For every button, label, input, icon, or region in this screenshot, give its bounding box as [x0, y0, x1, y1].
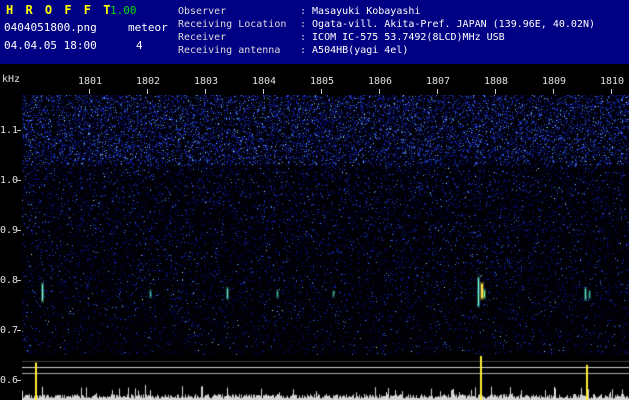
- info-value: Masayuki Kobayashi: [312, 6, 421, 17]
- time-tick-label: 1801: [77, 76, 103, 87]
- info-row-antenna: Receiving antenna: A504HB(yagi 4el): [178, 44, 595, 57]
- freq-tick-label: 0.7: [0, 325, 19, 336]
- info-label: Receiving Location: [178, 19, 287, 30]
- freq-tick-label: 1.1: [0, 125, 19, 136]
- info-value: Ogata-vill. Akita-Pref. JAPAN (139.96E, …: [312, 19, 595, 30]
- info-row-location: Receiving Location: Ogata-vill. Akita-Pre…: [178, 18, 595, 31]
- time-tick: [321, 89, 322, 94]
- freq-unit-label: kHz: [2, 74, 21, 85]
- spectrogram-canvas: [22, 95, 629, 355]
- freq-tick-label: 1.0: [0, 175, 19, 186]
- time-tick: [147, 89, 148, 94]
- freq-tick: [17, 280, 21, 281]
- time-tick: [205, 89, 206, 94]
- time-tick-label: 1805: [309, 76, 335, 87]
- freq-tick: [17, 130, 21, 131]
- info-label: Receiver: [178, 32, 227, 43]
- info-label: Receiving antenna: [178, 45, 281, 56]
- station-info: Observer: Masayuki Kobayashi Receiving Lo…: [178, 5, 595, 57]
- freq-tick: [17, 330, 21, 331]
- time-tick: [553, 89, 554, 94]
- time-tick-label: 1807: [425, 76, 451, 87]
- info-value: ICOM IC-575 53.7492(8LCD)MHz USB: [312, 32, 505, 43]
- time-tick-label: 1806: [367, 76, 393, 87]
- time-tick: [263, 89, 264, 94]
- freq-tick-label: 0.6: [0, 375, 19, 386]
- output-filename: 0404051800.png: [4, 21, 97, 34]
- time-tick-label: 1810: [599, 76, 625, 87]
- freq-tick-label: 0.9: [0, 225, 19, 236]
- info-colon: :: [300, 6, 307, 17]
- info-label: Observer: [178, 6, 227, 17]
- time-tick: [611, 89, 612, 94]
- time-tick-label: 1809: [541, 76, 567, 87]
- level-plot-canvas: [22, 352, 629, 400]
- header-bar: H R O F F T 1.00 0404051800.png meteor 0…: [0, 0, 629, 64]
- time-tick-label: 1802: [135, 76, 161, 87]
- info-value: A504HB(yagi 4el): [312, 45, 409, 56]
- time-tick: [379, 89, 380, 94]
- freq-tick: [17, 230, 21, 231]
- time-tick: [495, 89, 496, 94]
- time-tick-label: 1808: [483, 76, 509, 87]
- freq-tick: [17, 380, 21, 381]
- echo-count: 4: [136, 39, 143, 52]
- hrofft-output: H R O F F T 1.00 0404051800.png meteor 0…: [0, 0, 629, 400]
- time-tick: [437, 89, 438, 94]
- time-tick-label: 1803: [193, 76, 219, 87]
- mode-label: meteor: [128, 21, 168, 34]
- datetime-label: 04.04.05 18:00: [4, 39, 97, 52]
- freq-tick-label: 0.8: [0, 275, 19, 286]
- info-colon: :: [300, 45, 307, 56]
- app-logo: H R O F F T: [6, 3, 113, 17]
- time-tick: [89, 89, 90, 94]
- info-row-receiver: Receiver: ICOM IC-575 53.7492(8LCD)MHz US…: [178, 31, 595, 44]
- time-tick-label: 1804: [251, 76, 277, 87]
- app-version: 1.00: [110, 4, 137, 17]
- freq-tick: [17, 180, 21, 181]
- info-row-observer: Observer: Masayuki Kobayashi: [178, 5, 595, 18]
- info-colon: :: [300, 32, 307, 43]
- info-colon: :: [300, 19, 307, 30]
